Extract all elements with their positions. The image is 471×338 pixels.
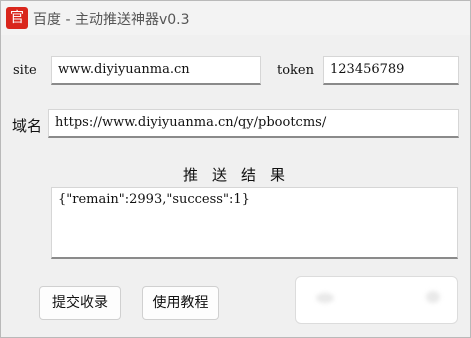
token-input[interactable]: 123456789 [323, 56, 459, 85]
result-heading: 推送结果 [183, 166, 300, 184]
window-title: 百度 - 主动推送神器v0.3 [33, 12, 190, 28]
domain-label: 域名 [12, 117, 43, 135]
blur-mark [316, 293, 334, 303]
submit-button[interactable]: 提交收录 [39, 286, 121, 320]
blur-mark [426, 291, 440, 303]
site-label: site [13, 63, 37, 78]
site-input[interactable]: www.diyiyuanma.cn [51, 56, 261, 85]
blurred-button[interactable] [295, 276, 458, 324]
domain-input[interactable]: https://www.diyiyuanma.cn/qy/pbootcms/ [48, 109, 459, 138]
result-textarea[interactable]: {"remain":2993,"success":1} [51, 187, 458, 259]
app-window: 官 百度 - 主动推送神器v0.3 site www.diyiyuanma.cn… [0, 0, 471, 338]
tutorial-button[interactable]: 使用教程 [142, 286, 219, 320]
app-logo-icon: 官 [6, 7, 28, 29]
title-bar: 官 百度 - 主动推送神器v0.3 [1, 1, 470, 35]
token-label: token [277, 63, 314, 78]
